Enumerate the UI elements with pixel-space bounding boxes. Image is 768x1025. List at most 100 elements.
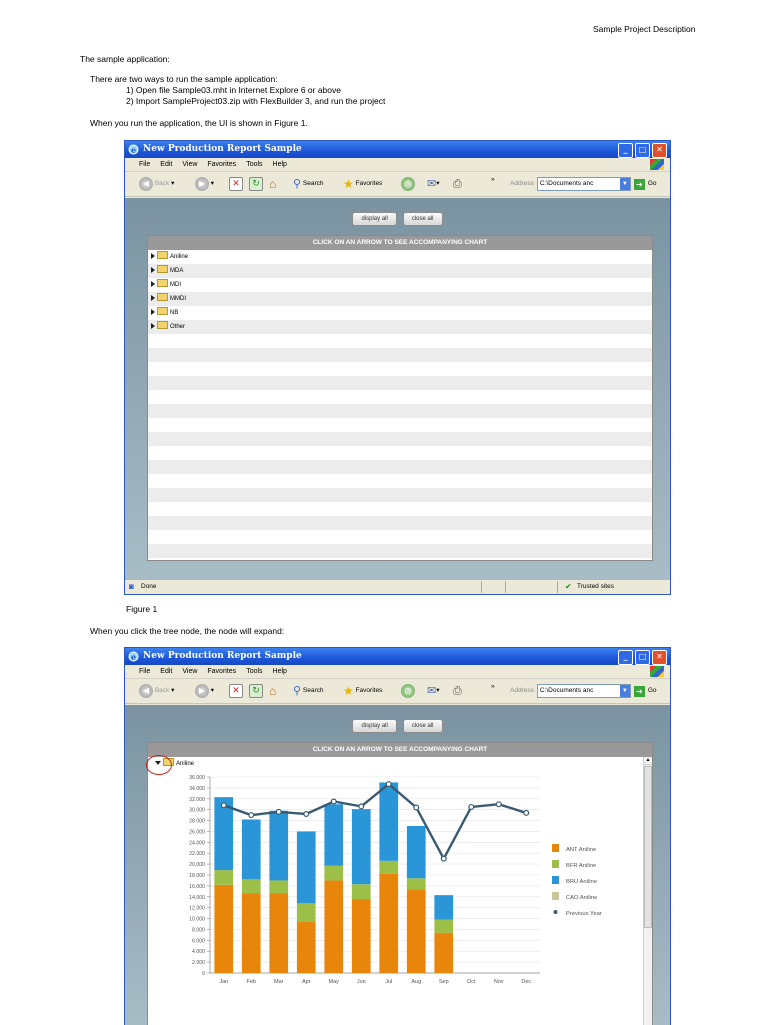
window-title: New Production Report Sample xyxy=(143,144,302,154)
y-tick-label: 6.000 xyxy=(192,938,205,944)
menu-file[interactable]: File xyxy=(139,158,150,171)
scroll-up-icon[interactable]: ▲ xyxy=(644,757,652,765)
toolbar-overflow[interactable]: » xyxy=(491,172,495,188)
back-button[interactable]: ◀ Back ▾ xyxy=(139,683,174,699)
bar-segment xyxy=(351,899,371,973)
tree-node-aniline[interactable]: Aniline xyxy=(148,250,652,264)
bar-segment xyxy=(379,873,399,973)
menu-favorites[interactable]: Favorites xyxy=(207,665,236,678)
expand-arrow-icon[interactable] xyxy=(151,253,155,259)
legend-swatch xyxy=(552,876,559,884)
previous-year-point xyxy=(413,804,420,811)
chevron-down-icon[interactable]: ▼ xyxy=(619,685,630,697)
search-button[interactable]: ⚲ Search xyxy=(293,683,323,699)
bar-segment xyxy=(269,893,289,973)
minimize-button[interactable]: _ xyxy=(618,650,633,665)
page-header: Sample Project Description xyxy=(593,24,696,34)
menu-view[interactable]: View xyxy=(182,158,197,171)
menu-tools[interactable]: Tools xyxy=(246,665,262,678)
menu-edit[interactable]: Edit xyxy=(160,158,172,171)
favorites-button[interactable]: ★ Favorites xyxy=(343,176,382,192)
bar-segment xyxy=(269,880,289,894)
stop-button[interactable]: ✕ xyxy=(229,176,243,192)
mail-button[interactable]: ✉ ▾ xyxy=(427,176,439,192)
expand-arrow-icon[interactable] xyxy=(151,267,155,273)
tree-node-mdi[interactable]: MDI xyxy=(148,278,652,292)
menu-favorites[interactable]: Favorites xyxy=(207,158,236,171)
go-arrow-icon[interactable]: ➔ xyxy=(633,178,645,190)
menu-view[interactable]: View xyxy=(182,665,197,678)
x-tick-label: Sep xyxy=(439,979,449,985)
menu-file[interactable]: File xyxy=(139,665,150,678)
history-button[interactable]: ◷ xyxy=(401,683,415,699)
toolbar-overflow[interactable]: » xyxy=(491,679,495,695)
display-all-button[interactable]: display all xyxy=(352,719,397,733)
tree-node-nb[interactable]: NB xyxy=(148,306,652,320)
expand-arrow-icon[interactable] xyxy=(151,281,155,287)
tree-node-mda[interactable]: MDA xyxy=(148,264,652,278)
expand-arrow-icon[interactable] xyxy=(151,295,155,301)
previous-year-point xyxy=(385,781,392,788)
scroll-thumb[interactable] xyxy=(644,766,652,928)
close-all-button[interactable]: close all xyxy=(402,719,443,733)
svg-text:e: e xyxy=(131,652,136,662)
mail-button[interactable]: ✉ ▾ xyxy=(427,683,439,699)
refresh-button[interactable]: ↻ xyxy=(249,176,263,192)
app-content: display all close all CLICK ON AN ARROW … xyxy=(125,198,670,579)
home-button[interactable]: ⌂ xyxy=(269,683,276,699)
refresh-button[interactable]: ↻ xyxy=(249,683,263,699)
search-button[interactable]: ⚲ Search xyxy=(293,176,323,192)
forward-button[interactable]: ▶ ▾ xyxy=(195,176,214,192)
previous-year-point xyxy=(248,812,255,819)
forward-arrow-icon: ▶ xyxy=(195,177,209,191)
folder-icon xyxy=(157,251,168,259)
expand-arrow-icon[interactable] xyxy=(151,309,155,315)
print-button[interactable]: ⎙ xyxy=(453,683,462,699)
back-button[interactable]: ◀ Back ▾ xyxy=(139,176,174,192)
x-tick-label: Jul xyxy=(385,979,392,985)
title-bar: e New Production Report Sample _ □ ✕ xyxy=(125,141,670,158)
address-input[interactable]: C:\Documents anc ▼ xyxy=(536,684,631,698)
bar-segment xyxy=(434,895,454,920)
figure1-caption: Figure 1 xyxy=(126,604,158,614)
expand-sentence: When you click the tree node, the node w… xyxy=(90,626,285,636)
maximize-button[interactable]: □ xyxy=(635,143,650,158)
menu-tools[interactable]: Tools xyxy=(246,158,262,171)
minimize-button[interactable]: _ xyxy=(618,143,633,158)
refresh-icon: ↻ xyxy=(249,177,263,191)
app-content: display all close all CLICK ON AN ARROW … xyxy=(125,705,670,1025)
stop-button[interactable]: ✕ xyxy=(229,683,243,699)
bar-segment xyxy=(434,919,454,933)
chevron-down-icon[interactable]: ▼ xyxy=(619,178,630,190)
close-button[interactable]: ✕ xyxy=(652,143,667,158)
close-button[interactable]: ✕ xyxy=(652,650,667,665)
svg-text:e: e xyxy=(131,145,136,155)
menu-edit[interactable]: Edit xyxy=(160,665,172,678)
scrollbar[interactable]: ▲ xyxy=(643,757,652,1025)
tree-empty-row xyxy=(148,418,652,432)
address-input[interactable]: C:\Documents anc ▼ xyxy=(536,177,631,191)
mail-icon: ✉ xyxy=(427,685,437,697)
expand-arrow-icon[interactable] xyxy=(151,323,155,329)
tree-node-aniline-expanded[interactable]: Aniline xyxy=(146,755,652,775)
forward-button[interactable]: ▶ ▾ xyxy=(195,683,214,699)
mail-icon: ✉ xyxy=(427,178,437,190)
tree-node-mmdi[interactable]: MMDI xyxy=(148,292,652,306)
favorites-button[interactable]: ★ Favorites xyxy=(343,683,382,699)
history-button[interactable]: ◷ xyxy=(401,176,415,192)
go-label[interactable]: Go xyxy=(648,684,657,698)
go-arrow-icon[interactable]: ➔ xyxy=(633,685,645,697)
go-label[interactable]: Go xyxy=(648,177,657,191)
home-button[interactable]: ⌂ xyxy=(269,176,276,192)
bar-segment xyxy=(434,932,454,973)
print-button[interactable]: ⎙ xyxy=(453,176,462,192)
tree-node-other[interactable]: Other xyxy=(148,320,652,334)
menu-help[interactable]: Help xyxy=(273,665,287,678)
maximize-button[interactable]: □ xyxy=(635,650,650,665)
previous-year-point xyxy=(330,798,337,805)
windows-logo-icon xyxy=(650,666,664,677)
y-tick-label: 30.000 xyxy=(189,808,205,814)
close-all-button[interactable]: close all xyxy=(402,212,443,226)
display-all-button[interactable]: display all xyxy=(352,212,397,226)
menu-help[interactable]: Help xyxy=(273,158,287,171)
